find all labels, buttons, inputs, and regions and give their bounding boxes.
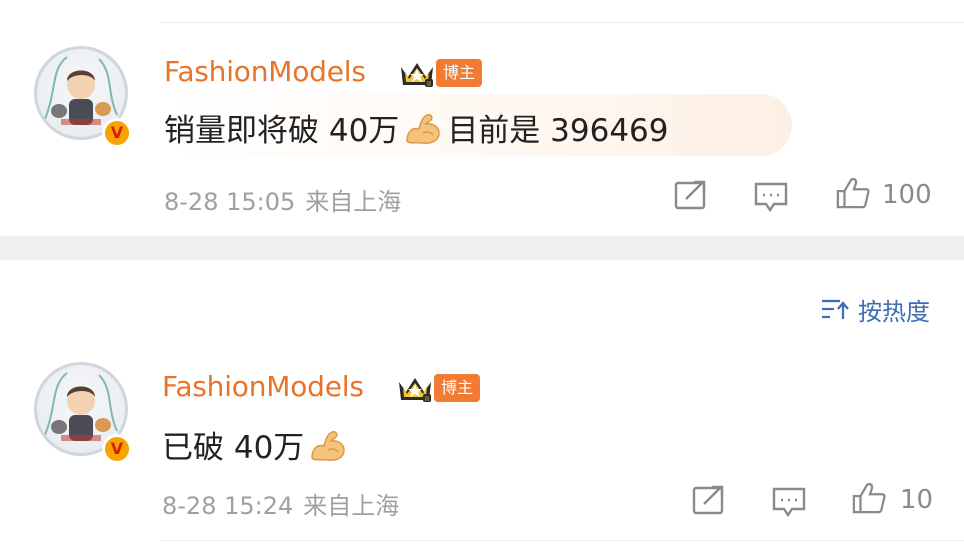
like-count: 100 — [882, 180, 932, 210]
like-icon[interactable] — [850, 481, 888, 515]
timestamp: 8-28 15:24 — [162, 492, 294, 520]
comment-text-part: 目前是 396469 — [447, 113, 669, 149]
sort-label: 按热度 — [858, 297, 930, 326]
comment-text-part: 销量即将破 40万 — [164, 113, 400, 149]
section-separator — [0, 236, 964, 260]
like-icon[interactable] — [834, 176, 872, 210]
role-badge: 博主 — [434, 374, 481, 402]
crown-icon: II — [401, 63, 433, 88]
sort-icon — [822, 299, 849, 319]
share-icon[interactable] — [672, 178, 710, 212]
comment-item: V FashionModels II 博主 销量即将破 40万 目前是 39646… — [0, 0, 964, 236]
like-count: 10 — [900, 485, 934, 515]
verified-badge-icon: V — [102, 118, 132, 148]
username[interactable]: FashionModels — [164, 55, 366, 88]
share-icon[interactable] — [690, 483, 728, 517]
svg-text:II: II — [427, 80, 431, 88]
flexed-biceps-icon — [403, 111, 443, 155]
timestamp: 8-28 15:05 — [164, 188, 296, 216]
sort-button[interactable]: 按热度 — [820, 292, 930, 326]
bottom-divider — [160, 540, 964, 541]
location: 来自上海 — [305, 188, 402, 216]
role-badge: 博主 — [436, 59, 483, 87]
comment-icon[interactable] — [770, 485, 808, 519]
comment-text-part: 已破 40万 — [162, 430, 305, 466]
location: 来自上海 — [303, 492, 400, 520]
comment-text: 销量即将破 40万 目前是 396469 — [164, 105, 669, 155]
comment-meta: 8-28 15:05 来自上海 — [164, 182, 401, 217]
flexed-biceps-icon — [308, 428, 348, 472]
comment-text: 已破 40万 — [162, 422, 352, 472]
username[interactable]: FashionModels — [162, 370, 364, 403]
verified-badge-icon: V — [102, 434, 132, 464]
comment-meta: 8-28 15:24 来自上海 — [162, 486, 399, 521]
comment-item: V FashionModels II 博主 已破 40万 8-28 15:24 来… — [0, 340, 964, 556]
svg-text:II: II — [425, 395, 429, 403]
comment-icon[interactable] — [752, 180, 790, 214]
crown-icon: II — [399, 378, 431, 403]
